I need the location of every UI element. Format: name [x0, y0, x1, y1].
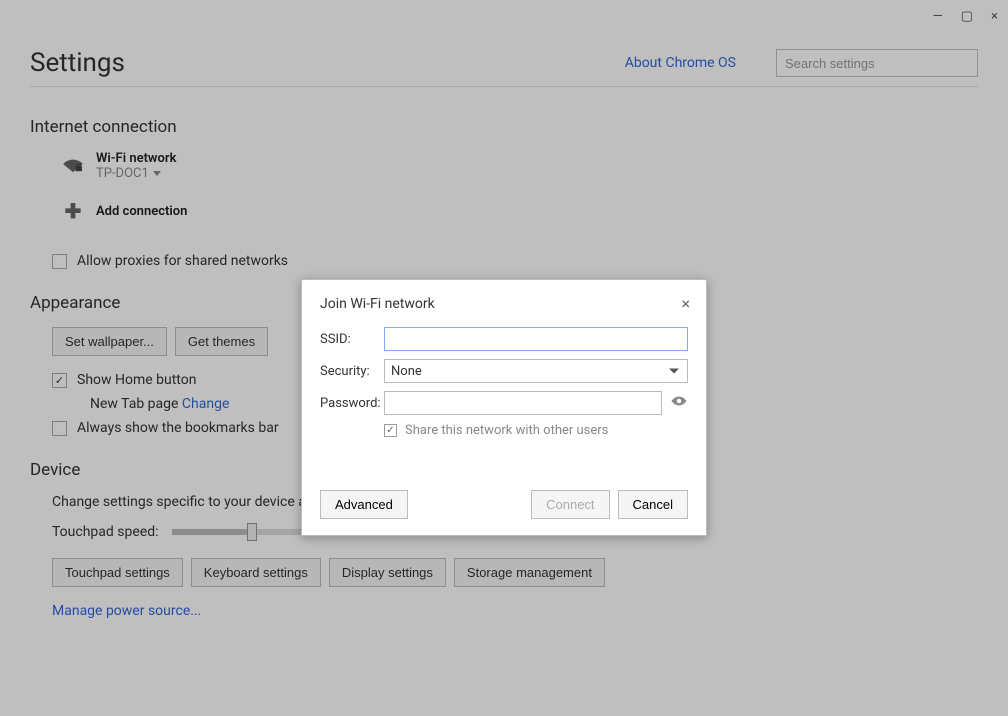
security-selected-value: None [391, 364, 422, 379]
dropdown-caret-icon [669, 369, 679, 374]
join-wifi-dialog: Join Wi-Fi network × SSID: Security: Non… [301, 279, 707, 536]
password-label: Password: [320, 396, 384, 411]
show-password-icon[interactable] [670, 395, 688, 411]
cancel-button[interactable]: Cancel [618, 490, 688, 519]
dialog-title: Join Wi-Fi network [320, 296, 681, 312]
share-network-label: Share this network with other users [405, 423, 608, 438]
connect-button[interactable]: Connect [531, 490, 609, 519]
share-network-checkbox[interactable] [384, 424, 397, 437]
password-input[interactable] [384, 391, 662, 415]
security-select[interactable]: None [384, 359, 688, 383]
ssid-label: SSID: [320, 332, 384, 347]
advanced-button[interactable]: Advanced [320, 490, 408, 519]
dialog-close-button[interactable]: × [681, 294, 690, 313]
security-label: Security: [320, 364, 384, 379]
ssid-input[interactable] [384, 327, 688, 351]
